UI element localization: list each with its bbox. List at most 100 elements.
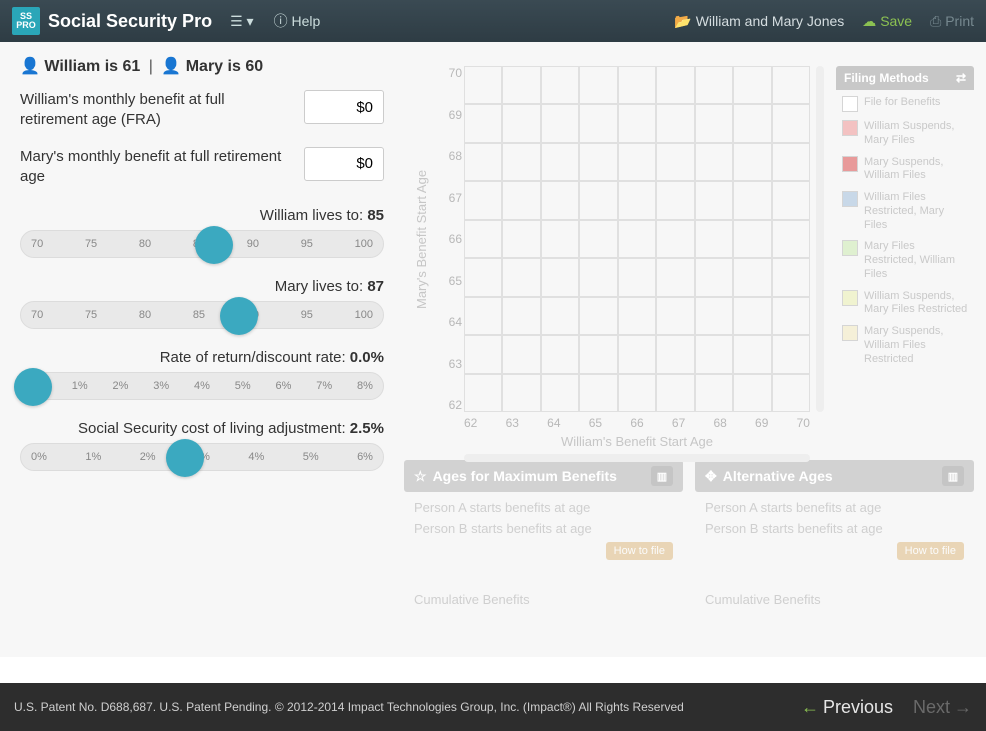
previous-button[interactable]: ← Previous — [801, 697, 893, 718]
slider-life-b-value: 87 — [367, 278, 384, 295]
slider-life-b: Mary lives to: 87 707580859095100 — [20, 278, 384, 329]
legend-swatch — [842, 240, 858, 256]
legend-item[interactable]: William Suspends, Mary Files — [842, 120, 968, 148]
shuffle-icon: ⇄ — [956, 71, 966, 85]
help-button[interactable]: ⓘ Help — [274, 11, 321, 31]
legend-item[interactable]: Mary Files Restricted, William Files — [842, 240, 968, 281]
legend-item[interactable]: Mary Suspends, William Files — [842, 156, 968, 184]
slider-rate-track[interactable]: 0%1%2%3%4%5%6%7%8% — [20, 372, 384, 400]
user-icon: 👤 — [161, 58, 181, 75]
chart-area: Mary's Benefit Start Age 706968676665646… — [404, 54, 974, 444]
legend-swatch — [842, 96, 858, 112]
legend-label: Mary Files Restricted, William Files — [864, 240, 968, 281]
menu-dropdown[interactable]: ☰ ▾ — [230, 13, 253, 30]
legend-header[interactable]: Filing Methods ⇄ — [836, 66, 974, 90]
chart-scroll-x[interactable] — [464, 454, 810, 462]
print-icon: ⎙ — [930, 13, 941, 29]
chart-scroll-y[interactable] — [816, 66, 824, 412]
chart-grid[interactable] — [464, 66, 810, 412]
card-alt-cumulative: Cumulative Benefits — [695, 584, 974, 615]
legend-label: Mary Suspends, William Files Restricted — [864, 325, 968, 366]
legend-title: Filing Methods — [844, 71, 929, 85]
results-panel: Mary's Benefit Start Age 706968676665646… — [400, 42, 986, 657]
card-max-line2: Person B starts benefits at age — [414, 521, 673, 536]
legend-swatch — [842, 290, 858, 306]
bar-chart-icon[interactable]: ▥ — [651, 466, 673, 486]
card-max-benefits: ☆ Ages for Maximum Benefits ▥ Person A s… — [404, 460, 683, 615]
slider-life-b-thumb[interactable] — [220, 297, 258, 335]
y-axis-label: Mary's Benefit Start Age — [414, 66, 429, 412]
save-label: Save — [880, 13, 912, 29]
slider-cola-thumb[interactable] — [166, 439, 204, 477]
legend-label: William Suspends, Mary Files Restricted — [864, 290, 968, 318]
person-b-age: 60 — [245, 58, 263, 75]
footer: U.S. Patent No. D688,687. U.S. Patent Pe… — [0, 683, 986, 731]
legend-swatch — [842, 120, 858, 136]
star-icon: ☆ — [414, 468, 427, 485]
legend-panel: Filing Methods ⇄ File for Benefits Willia… — [836, 66, 974, 376]
cloud-icon: ☁ — [862, 13, 876, 29]
legend-label: William Suspends, Mary Files — [864, 120, 968, 148]
card-alt-line1: Person A starts benefits at age — [705, 500, 964, 515]
card-max-title: Ages for Maximum Benefits — [433, 468, 617, 484]
slider-life-a-track[interactable]: 707580859095100 — [20, 230, 384, 258]
slider-life-b-track[interactable]: 707580859095100 — [20, 301, 384, 329]
slider-rate-label: Rate of return/discount rate: — [160, 349, 346, 366]
print-label: Print — [945, 13, 974, 29]
list-icon: ☰ — [230, 13, 243, 29]
how-to-file-button[interactable]: How to file — [897, 542, 964, 560]
legend-swatch — [842, 325, 858, 341]
card-alt-title: Alternative Ages — [723, 468, 833, 484]
logo-bottom: PRO — [16, 21, 36, 30]
card-max-line1: Person A starts benefits at age — [414, 500, 673, 515]
slider-life-b-label: Mary lives to: — [275, 278, 363, 295]
next-label: Next — [913, 697, 950, 718]
next-button: Next → — [913, 697, 972, 718]
legend-item[interactable]: William Suspends, Mary Files Restricted — [842, 290, 968, 318]
save-button[interactable]: ☁ Save — [862, 13, 912, 30]
slider-rate-ticks: 0%1%2%3%4%5%6%7%8% — [31, 380, 373, 392]
person-a-fra-input[interactable] — [304, 90, 384, 124]
legend-item[interactable]: File for Benefits — [842, 96, 968, 112]
legend-item[interactable]: Mary Suspends, William Files Restricted — [842, 325, 968, 366]
move-icon: ✥ — [705, 468, 717, 485]
help-label: Help — [291, 13, 320, 29]
slider-life-a-thumb[interactable] — [195, 226, 233, 264]
client-name-link[interactable]: 📂 William and Mary Jones — [674, 13, 844, 30]
slider-life-a: William lives to: 85 707580859095100 — [20, 207, 384, 258]
print-button[interactable]: ⎙ Print — [930, 13, 974, 30]
bar-chart-icon[interactable]: ▥ — [942, 466, 964, 486]
x-ticks: 626364656667686970 — [464, 416, 810, 430]
legend-label: File for Benefits — [864, 96, 940, 110]
slider-rate-thumb[interactable] — [14, 368, 52, 406]
topbar: SS PRO Social Security Pro ☰ ▾ ⓘ Help 📂 … — [0, 0, 986, 42]
person-a-fra-label: William's monthly benefit at full retire… — [20, 90, 304, 131]
y-ticks: 706968676665646362 — [444, 66, 462, 412]
legend-item[interactable]: William Files Restricted, Mary Files — [842, 191, 968, 232]
how-to-file-button[interactable]: How to file — [606, 542, 673, 560]
slider-cola-track[interactable]: 0%1%2%3%4%5%6% — [20, 443, 384, 471]
slider-cola: Social Security cost of living adjustmen… — [20, 420, 384, 471]
person-b-fra-input[interactable] — [304, 147, 384, 181]
slider-cola-value: 2.5% — [350, 420, 384, 437]
footer-patent: U.S. Patent No. D688,687. U.S. Patent Pe… — [14, 700, 684, 714]
slider-rate-value: 0.0% — [350, 349, 384, 366]
slider-life-b-ticks: 707580859095100 — [31, 309, 373, 321]
person-b-fra-label: Mary's monthly benefit at full retiremen… — [20, 147, 304, 188]
card-alt-ages: ✥ Alternative Ages ▥ Person A starts ben… — [695, 460, 974, 615]
folder-open-icon: 📂 — [674, 13, 691, 29]
arrow-right-icon: → — [954, 697, 972, 718]
x-axis-label: William's Benefit Start Age — [464, 434, 810, 449]
card-max-cumulative: Cumulative Benefits — [404, 584, 683, 615]
card-alt-line2: Person B starts benefits at age — [705, 521, 964, 536]
legend-label: William Files Restricted, Mary Files — [864, 191, 968, 232]
app-title: Social Security Pro — [48, 11, 212, 32]
app-logo: SS PRO — [12, 7, 40, 35]
info-icon: ⓘ — [274, 13, 288, 29]
slider-life-a-label: William lives to: — [260, 207, 363, 224]
arrow-left-icon: ← — [801, 697, 819, 718]
person-b-name: Mary — [186, 58, 223, 75]
persons-summary: 👤 William is 61 | 👤 Mary is 60 — [20, 56, 384, 76]
person-a-name: William — [44, 58, 100, 75]
slider-life-a-value: 85 — [367, 207, 384, 224]
